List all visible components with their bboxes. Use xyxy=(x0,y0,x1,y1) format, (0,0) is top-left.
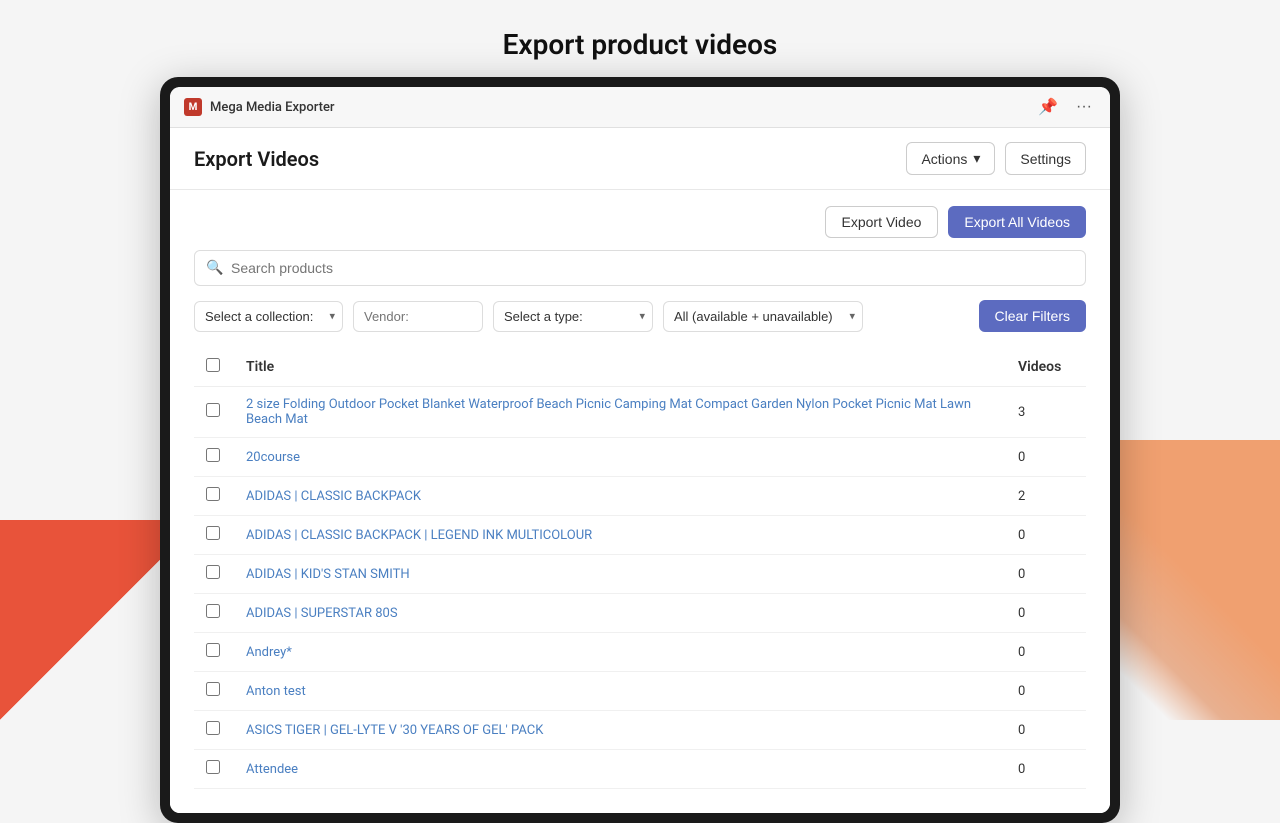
row-videos: 2 xyxy=(1006,477,1086,516)
page-heading: Export product videos xyxy=(0,0,1280,77)
table-row: ADIDAS | CLASSIC BACKPACK 2 xyxy=(194,477,1086,516)
row-title: 20course xyxy=(234,438,1006,477)
clear-filters-button[interactable]: Clear Filters xyxy=(979,300,1086,332)
search-bar: 🔍 xyxy=(194,250,1086,286)
table-row: 20course 0 xyxy=(194,438,1086,477)
export-video-button[interactable]: Export Video xyxy=(825,206,939,238)
actions-label: Actions xyxy=(921,151,967,167)
availability-filter-wrap: All (available + unavailable) xyxy=(663,301,863,332)
app-icon: M xyxy=(184,98,202,116)
row-videos: 0 xyxy=(1006,750,1086,789)
table-row: Anton test 0 xyxy=(194,672,1086,711)
settings-button[interactable]: Settings xyxy=(1005,142,1086,175)
app-title: Export Videos xyxy=(194,147,319,171)
row-checkbox[interactable] xyxy=(206,721,220,735)
row-checkbox-cell xyxy=(194,477,234,516)
table-row: ASICS TIGER | GEL-LYTE V '30 YEARS OF GE… xyxy=(194,711,1086,750)
row-videos: 0 xyxy=(1006,438,1086,477)
table-row: ADIDAS | KID'S STAN SMITH 0 xyxy=(194,555,1086,594)
table-row: Attendee 0 xyxy=(194,750,1086,789)
row-title: Attendee xyxy=(234,750,1006,789)
row-checkbox[interactable] xyxy=(206,526,220,540)
row-checkbox-cell xyxy=(194,555,234,594)
collection-filter-wrap: Select a collection: xyxy=(194,301,343,332)
product-link[interactable]: ADIDAS | SUPERSTAR 80S xyxy=(246,606,398,621)
type-filter[interactable]: Select a type: xyxy=(493,301,653,332)
row-checkbox[interactable] xyxy=(206,760,220,774)
table-row: Andrey* 0 xyxy=(194,633,1086,672)
row-videos: 0 xyxy=(1006,633,1086,672)
row-checkbox-cell xyxy=(194,438,234,477)
product-link[interactable]: Attendee xyxy=(246,762,298,777)
product-link[interactable]: ADIDAS | CLASSIC BACKPACK xyxy=(246,489,421,504)
availability-filter[interactable]: All (available + unavailable) xyxy=(663,301,863,332)
row-checkbox[interactable] xyxy=(206,604,220,618)
pin-button[interactable]: 📌 xyxy=(1034,95,1062,119)
row-checkbox-cell xyxy=(194,672,234,711)
table-row: 2 size Folding Outdoor Pocket Blanket Wa… xyxy=(194,387,1086,438)
device-frame: M Mega Media Exporter 📌 ··· Export Video… xyxy=(160,77,1120,823)
device-inner: M Mega Media Exporter 📌 ··· Export Video… xyxy=(170,87,1110,813)
product-link[interactable]: Anton test xyxy=(246,684,306,699)
row-checkbox[interactable] xyxy=(206,448,220,462)
row-videos: 0 xyxy=(1006,555,1086,594)
type-filter-wrap: Select a type: xyxy=(493,301,653,332)
app-header: Export Videos Actions ▾ Settings xyxy=(170,128,1110,190)
export-row: Export Video Export All Videos xyxy=(194,190,1086,250)
row-videos: 0 xyxy=(1006,516,1086,555)
product-link[interactable]: ADIDAS | CLASSIC BACKPACK | LEGEND INK M… xyxy=(246,528,592,543)
row-checkbox[interactable] xyxy=(206,643,220,657)
row-title: ADIDAS | CLASSIC BACKPACK | LEGEND INK M… xyxy=(234,516,1006,555)
row-title: Anton test xyxy=(234,672,1006,711)
row-checkbox[interactable] xyxy=(206,682,220,696)
row-videos: 0 xyxy=(1006,672,1086,711)
row-title: ADIDAS | SUPERSTAR 80S xyxy=(234,594,1006,633)
filter-row: Select a collection: Select a type: All … xyxy=(194,300,1086,332)
product-link[interactable]: 20course xyxy=(246,450,300,465)
row-title: 2 size Folding Outdoor Pocket Blanket Wa… xyxy=(234,387,1006,438)
ellipsis-button[interactable]: ··· xyxy=(1072,96,1096,118)
row-checkbox-cell xyxy=(194,633,234,672)
export-all-videos-button[interactable]: Export All Videos xyxy=(948,206,1086,238)
row-checkbox-cell xyxy=(194,387,234,438)
actions-arrow-icon: ▾ xyxy=(973,150,980,167)
title-bar-actions: 📌 ··· xyxy=(1034,95,1096,119)
search-icon: 🔍 xyxy=(206,260,223,276)
row-videos: 0 xyxy=(1006,711,1086,750)
vendor-filter[interactable] xyxy=(353,301,483,332)
product-link[interactable]: Andrey* xyxy=(246,645,292,660)
row-checkbox-cell xyxy=(194,594,234,633)
row-title: Andrey* xyxy=(234,633,1006,672)
row-title: ADIDAS | CLASSIC BACKPACK xyxy=(234,477,1006,516)
select-all-header xyxy=(194,348,234,387)
search-input[interactable] xyxy=(194,250,1086,286)
row-checkbox[interactable] xyxy=(206,565,220,579)
row-checkbox-cell xyxy=(194,516,234,555)
row-videos: 0 xyxy=(1006,594,1086,633)
products-table: Title Videos 2 size Folding Outdoor Pock… xyxy=(194,348,1086,789)
title-header: Title xyxy=(234,348,1006,387)
app-body: Export Videos Actions ▾ Settings Export … xyxy=(170,128,1110,813)
app-name: Mega Media Exporter xyxy=(210,100,1026,115)
row-checkbox-cell xyxy=(194,711,234,750)
actions-button[interactable]: Actions ▾ xyxy=(906,142,995,175)
row-checkbox[interactable] xyxy=(206,487,220,501)
title-bar: M Mega Media Exporter 📌 ··· xyxy=(170,87,1110,128)
videos-header: Videos xyxy=(1006,348,1086,387)
product-link[interactable]: 2 size Folding Outdoor Pocket Blanket Wa… xyxy=(246,397,971,427)
table-row: ADIDAS | SUPERSTAR 80S 0 xyxy=(194,594,1086,633)
product-link[interactable]: ASICS TIGER | GEL-LYTE V '30 YEARS OF GE… xyxy=(246,723,543,738)
row-title: ASICS TIGER | GEL-LYTE V '30 YEARS OF GE… xyxy=(234,711,1006,750)
table-row: ADIDAS | CLASSIC BACKPACK | LEGEND INK M… xyxy=(194,516,1086,555)
row-videos: 3 xyxy=(1006,387,1086,438)
row-checkbox-cell xyxy=(194,750,234,789)
row-checkbox[interactable] xyxy=(206,403,220,417)
product-link[interactable]: ADIDAS | KID'S STAN SMITH xyxy=(246,567,410,582)
select-all-checkbox[interactable] xyxy=(206,358,220,372)
row-title: ADIDAS | KID'S STAN SMITH xyxy=(234,555,1006,594)
header-buttons: Actions ▾ Settings xyxy=(906,142,1086,175)
collection-filter[interactable]: Select a collection: xyxy=(194,301,343,332)
